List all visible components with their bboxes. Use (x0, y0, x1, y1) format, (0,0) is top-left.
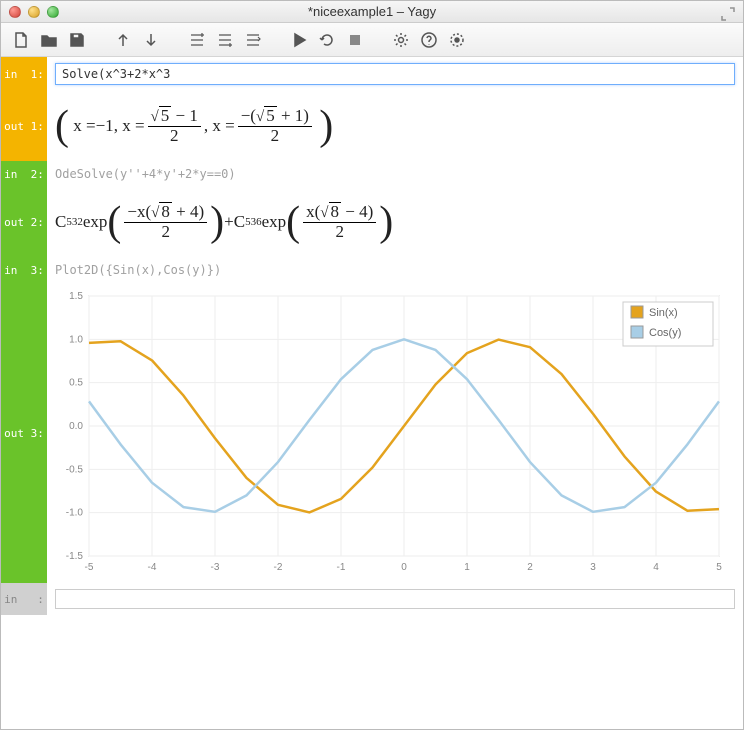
arrow-up-icon[interactable] (111, 28, 135, 52)
fullscreen-icon[interactable] (719, 5, 737, 26)
svg-text:1.0: 1.0 (69, 334, 83, 345)
help-icon[interactable] (417, 28, 441, 52)
swap-cells-icon[interactable] (241, 28, 265, 52)
code-input-1[interactable] (55, 63, 735, 85)
refresh-icon[interactable] (315, 28, 339, 52)
svg-text:-1.0: -1.0 (66, 508, 84, 519)
cell-out-2: out 2: C532 exp ( −x(√8 + 4)2 ) + C536 e… (1, 187, 743, 257)
cell-label: in 2: (1, 161, 47, 187)
cell-in-3: in 3: Plot2D({Sin(x),Cos(y)}) (1, 257, 743, 283)
svg-text:4: 4 (653, 562, 659, 573)
app-window: *niceexample1 – Yagy in 1: (0, 0, 744, 730)
zoom-icon[interactable] (47, 6, 59, 18)
toolbar (1, 23, 743, 57)
cell-out-3: out 3: -5 -4 -3 -2 -1 0 1 2 3 4 5 -1.5 -1.0 -0.5 0.0 0.… (1, 283, 743, 583)
svg-text:Sin(x): Sin(x) (649, 307, 678, 319)
cell-label: out 2: (1, 187, 47, 257)
svg-text:-0.5: -0.5 (66, 464, 84, 475)
svg-text:-1.5: -1.5 (66, 551, 84, 562)
cell-label: out 3: (1, 283, 47, 583)
math-output-1: ( x = −1 , x = √5 − 12 , x = −(√5 + 1)2 … (55, 102, 333, 150)
close-icon[interactable] (9, 6, 21, 18)
svg-text:-1: -1 (337, 562, 346, 573)
svg-text:-4: -4 (148, 562, 157, 573)
insert-after-icon[interactable] (213, 28, 237, 52)
svg-text:5: 5 (716, 562, 722, 573)
cell-in-blank: in : (1, 583, 743, 615)
empty-input[interactable] (55, 589, 735, 609)
svg-text:2: 2 (527, 562, 533, 573)
svg-text:-2: -2 (274, 562, 283, 573)
target-icon[interactable] (445, 28, 469, 52)
settings-icon[interactable] (389, 28, 413, 52)
cell-label: out 1: (1, 91, 47, 161)
window-controls (9, 6, 59, 18)
svg-text:1: 1 (464, 562, 470, 573)
svg-text:0.0: 0.0 (69, 421, 83, 432)
insert-before-icon[interactable] (185, 28, 209, 52)
cell-label: in 1: (1, 57, 47, 91)
cell-in-1: in 1: (1, 57, 743, 91)
svg-text:1.5: 1.5 (69, 291, 83, 302)
run-icon[interactable] (287, 28, 311, 52)
cell-out-1: out 1: ( x = −1 , x = √5 − 12 , x = −(√5… (1, 91, 743, 161)
svg-text:-5: -5 (85, 562, 94, 573)
svg-text:0.5: 0.5 (69, 378, 83, 389)
arrow-down-icon[interactable] (139, 28, 163, 52)
notebook: in 1: out 1: ( x = −1 , x = √5 − 12 , x … (1, 57, 743, 729)
svg-text:3: 3 (590, 562, 596, 573)
stop-icon[interactable] (343, 28, 367, 52)
svg-text:Cos(y): Cos(y) (649, 327, 681, 339)
open-file-icon[interactable] (37, 28, 61, 52)
window-title: *niceexample1 – Yagy (1, 4, 743, 19)
svg-text:-3: -3 (211, 562, 220, 573)
titlebar: *niceexample1 – Yagy (1, 1, 743, 23)
minimize-icon[interactable] (28, 6, 40, 18)
code-text-2: OdeSolve(y''+4*y'+2*y==0) (55, 167, 236, 181)
save-icon[interactable] (65, 28, 89, 52)
code-text-3: Plot2D({Sin(x),Cos(y)}) (55, 263, 221, 277)
cell-in-2: in 2: OdeSolve(y''+4*y'+2*y==0) (1, 161, 743, 187)
svg-text:0: 0 (401, 562, 407, 573)
new-file-icon[interactable] (9, 28, 33, 52)
math-output-2: C532 exp ( −x(√8 + 4)2 ) + C536 exp ( x(… (55, 198, 393, 246)
cell-label: in 3: (1, 257, 47, 283)
cell-label: in : (1, 583, 47, 615)
plot-2d: -5 -4 -3 -2 -1 0 1 2 3 4 5 -1.5 -1.0 -0.5 0.0 0.5 1.0 1.5… (51, 286, 739, 580)
